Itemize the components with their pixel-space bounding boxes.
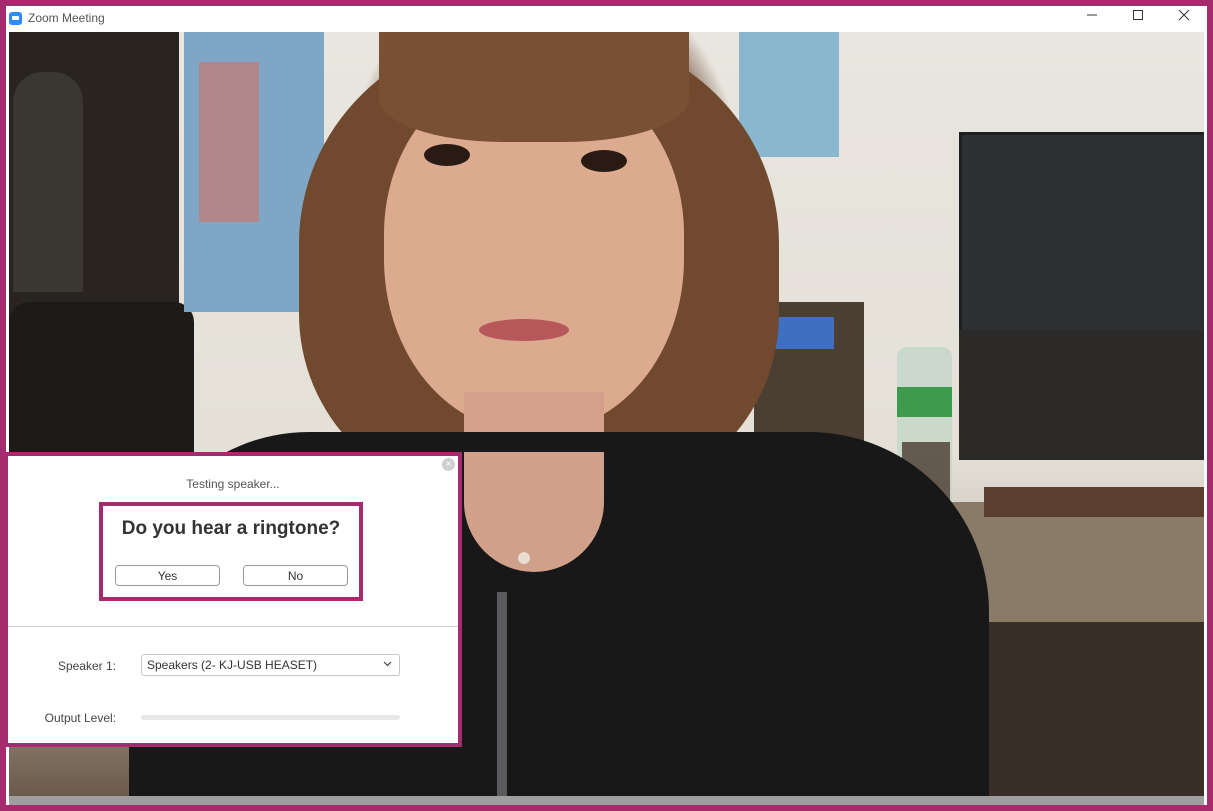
right-eye xyxy=(581,150,627,172)
bottom-scroll-bar xyxy=(9,796,1204,805)
wall-map-left-land xyxy=(199,62,259,222)
title-bar[interactable]: Zoom Meeting xyxy=(6,6,1207,30)
ringtone-question-highlight: Do you hear a ringtone? Yes No xyxy=(99,502,363,601)
yes-button[interactable]: Yes xyxy=(115,565,220,586)
dialog-close-button[interactable]: × xyxy=(442,458,455,471)
zipper xyxy=(497,592,507,796)
zoom-app-icon xyxy=(9,11,22,25)
close-icon xyxy=(1178,9,1190,21)
lips xyxy=(479,319,569,341)
desk-shelf xyxy=(984,487,1204,517)
window-title: Zoom Meeting xyxy=(28,11,105,25)
close-icon: × xyxy=(445,459,452,470)
speaker-select-value: Speakers (2- KJ-USB HEASET) xyxy=(147,658,318,672)
dialog-divider xyxy=(8,626,458,627)
speaker-label: Speaker 1: xyxy=(57,659,116,673)
testing-status: Testing speaker... xyxy=(186,477,280,491)
output-level-meter xyxy=(141,715,400,720)
speaker-test-dialog: × Testing speaker... Do you hear a ringt… xyxy=(4,452,462,747)
minimize-button[interactable] xyxy=(1069,6,1115,24)
wall-map-right xyxy=(739,32,839,157)
monitor xyxy=(959,132,1204,338)
maximize-icon xyxy=(1133,10,1143,20)
left-eye xyxy=(424,144,470,166)
chevron-down-icon xyxy=(383,661,392,667)
bottle-label xyxy=(897,387,952,417)
monitor-stand xyxy=(959,330,1204,460)
necklace-pendant xyxy=(518,552,530,564)
minimize-icon xyxy=(1087,14,1097,16)
no-button[interactable]: No xyxy=(243,565,348,586)
ringtone-question: Do you hear a ringtone? xyxy=(121,518,341,539)
output-level-label: Output Level: xyxy=(44,711,116,725)
bangs xyxy=(379,32,689,142)
cabinet-glass xyxy=(13,72,83,292)
speaker-select[interactable]: Speakers (2- KJ-USB HEASET) xyxy=(141,654,400,676)
close-button[interactable] xyxy=(1161,6,1207,24)
maximize-button[interactable] xyxy=(1115,6,1161,24)
